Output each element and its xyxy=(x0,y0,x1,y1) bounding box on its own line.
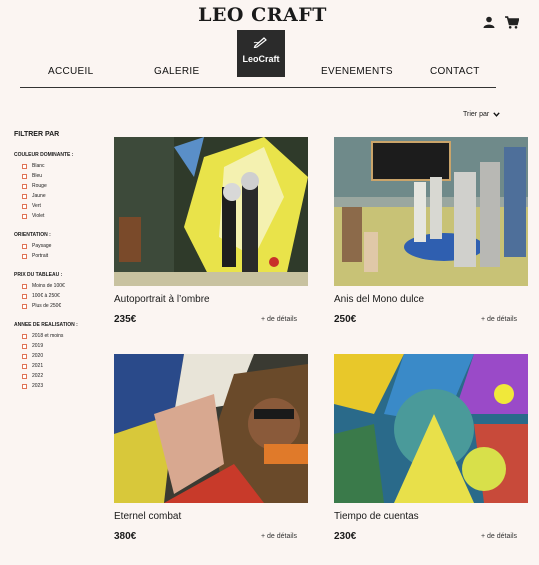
checkbox[interactable] xyxy=(22,333,27,339)
option-label: 100€ à 250€ xyxy=(32,293,60,299)
checkbox[interactable] xyxy=(22,293,27,299)
filter-option[interactable]: 100€ à 250€ xyxy=(14,291,109,301)
product-card[interactable]: Eternel combat 380€ + de détails xyxy=(114,354,308,542)
painting-image[interactable] xyxy=(334,354,528,503)
product-price: 250€ xyxy=(334,314,357,325)
filter-option[interactable]: Paysage xyxy=(14,241,109,251)
option-label: Portrait xyxy=(32,253,49,259)
filter-group-title: ORIENTATION : xyxy=(14,232,51,238)
product-price: 380€ xyxy=(114,531,137,542)
filter-option[interactable]: Bleu xyxy=(14,171,109,181)
filter-option[interactable]: 2022 xyxy=(14,371,109,381)
option-label: Jaune xyxy=(32,193,46,199)
filter-option[interactable]: Vert xyxy=(14,201,109,211)
sort-label: Trier par xyxy=(463,111,490,118)
filter-option[interactable]: 2019 xyxy=(14,341,109,351)
filter-option[interactable]: Plus de 250€ xyxy=(14,301,109,311)
nav-contact[interactable]: CONTACT xyxy=(430,66,480,77)
option-label: 2023 xyxy=(32,383,44,389)
filter-group-title: PRIX DU TABLEAU : xyxy=(14,272,63,278)
checkbox[interactable] xyxy=(22,173,27,179)
filter-option[interactable]: 2018 et moins xyxy=(14,331,109,341)
filter-group-annee: ANNEE DE REALISATION : 2018 et moins 201… xyxy=(14,322,109,391)
checkbox[interactable] xyxy=(22,343,27,349)
product-meta: 250€ + de détails xyxy=(334,314,528,325)
checkbox[interactable] xyxy=(22,383,27,389)
filter-option[interactable]: Rouge xyxy=(14,181,109,191)
option-label: Plus de 250€ xyxy=(32,303,62,309)
product-meta: 380€ + de détails xyxy=(114,531,308,542)
nav-evenements[interactable]: EVENEMENTS xyxy=(321,66,393,77)
product-title[interactable]: Autoportrait à l’ombre xyxy=(114,294,308,305)
filter-option[interactable]: Moins de 100€ xyxy=(14,281,109,291)
filter-group-title: ANNEE DE REALISATION : xyxy=(14,322,78,328)
header-icons xyxy=(483,16,519,29)
option-label: Vert xyxy=(32,203,41,209)
painting-image[interactable] xyxy=(114,354,308,503)
option-label: Paysage xyxy=(32,243,52,249)
checkbox[interactable] xyxy=(22,363,27,369)
filter-title: FILTRER PAR xyxy=(14,131,60,138)
chevron-down-icon xyxy=(493,112,500,117)
painting-image[interactable] xyxy=(334,137,528,286)
painting-image[interactable] xyxy=(114,137,308,286)
filter-group-couleur: COULEUR DOMINANTE : Blanc Bleu Rouge Jau… xyxy=(14,152,109,221)
filter-option[interactable]: Portrait xyxy=(14,251,109,261)
checkbox[interactable] xyxy=(22,213,27,219)
product-card[interactable]: Tiempo de cuentas 230€ + de détails xyxy=(334,354,528,542)
product-title[interactable]: Tiempo de cuentas xyxy=(334,511,528,522)
sort-dropdown[interactable]: Trier par xyxy=(463,111,500,118)
filter-group-orientation: ORIENTATION : Paysage Portrait xyxy=(14,232,109,261)
nav-accueil[interactable]: ACCUEIL xyxy=(48,66,93,77)
filter-option[interactable]: 2021 xyxy=(14,361,109,371)
checkbox[interactable] xyxy=(22,253,27,259)
checkbox[interactable] xyxy=(22,203,27,209)
option-label: 2021 xyxy=(32,363,44,369)
option-label: 2020 xyxy=(32,353,44,359)
checkbox[interactable] xyxy=(22,353,27,359)
checkbox[interactable] xyxy=(22,303,27,309)
option-label: 2018 et moins xyxy=(32,333,64,339)
product-card[interactable]: Autoportrait à l’ombre 235€ + de détails xyxy=(114,137,308,325)
checkbox[interactable] xyxy=(22,183,27,189)
filter-group-prix: PRIX DU TABLEAU : Moins de 100€ 100€ à 2… xyxy=(14,272,109,311)
filter-option[interactable]: Jaune xyxy=(14,191,109,201)
option-label: Blanc xyxy=(32,163,45,169)
checkbox[interactable] xyxy=(22,283,27,289)
product-meta: 230€ + de détails xyxy=(334,531,528,542)
product-card[interactable]: Anis del Mono dulce 250€ + de détails xyxy=(334,137,528,325)
checkbox[interactable] xyxy=(22,243,27,249)
details-link[interactable]: + de détails xyxy=(481,316,517,323)
filter-option[interactable]: Violet xyxy=(14,211,109,221)
details-link[interactable]: + de détails xyxy=(261,316,297,323)
product-price: 235€ xyxy=(114,314,137,325)
filter-option[interactable]: Blanc xyxy=(14,161,109,171)
brand-title[interactable]: LEO CRAFT xyxy=(190,4,335,26)
checkbox[interactable] xyxy=(22,163,27,169)
main-nav: ACCUEIL GALERIE EVENEMENTS CONTACT xyxy=(20,64,496,88)
product-price: 230€ xyxy=(334,531,357,542)
option-label: Violet xyxy=(32,213,45,219)
product-title[interactable]: Eternel combat xyxy=(114,511,308,522)
checkbox[interactable] xyxy=(22,373,27,379)
option-label: Moins de 100€ xyxy=(32,283,65,289)
checkbox[interactable] xyxy=(22,193,27,199)
option-label: 2019 xyxy=(32,343,44,349)
user-icon[interactable] xyxy=(483,16,495,29)
filter-option[interactable]: 2023 xyxy=(14,381,109,391)
pen-icon xyxy=(253,37,267,48)
filter-sidebar: FILTRER PAR COULEUR DOMINANTE : Blanc Bl… xyxy=(14,131,109,402)
option-label: Rouge xyxy=(32,183,47,189)
filter-group-title: COULEUR DOMINANTE : xyxy=(14,152,74,158)
option-label: 2022 xyxy=(32,373,44,379)
details-link[interactable]: + de détails xyxy=(481,533,517,540)
filter-option[interactable]: 2020 xyxy=(14,351,109,361)
product-title[interactable]: Anis del Mono dulce xyxy=(334,294,528,305)
logo-text: LeoCraft xyxy=(242,54,280,64)
nav-galerie[interactable]: GALERIE xyxy=(154,66,199,77)
details-link[interactable]: + de détails xyxy=(261,533,297,540)
product-meta: 235€ + de détails xyxy=(114,314,308,325)
option-label: Bleu xyxy=(32,173,43,179)
cart-icon[interactable] xyxy=(505,16,519,29)
